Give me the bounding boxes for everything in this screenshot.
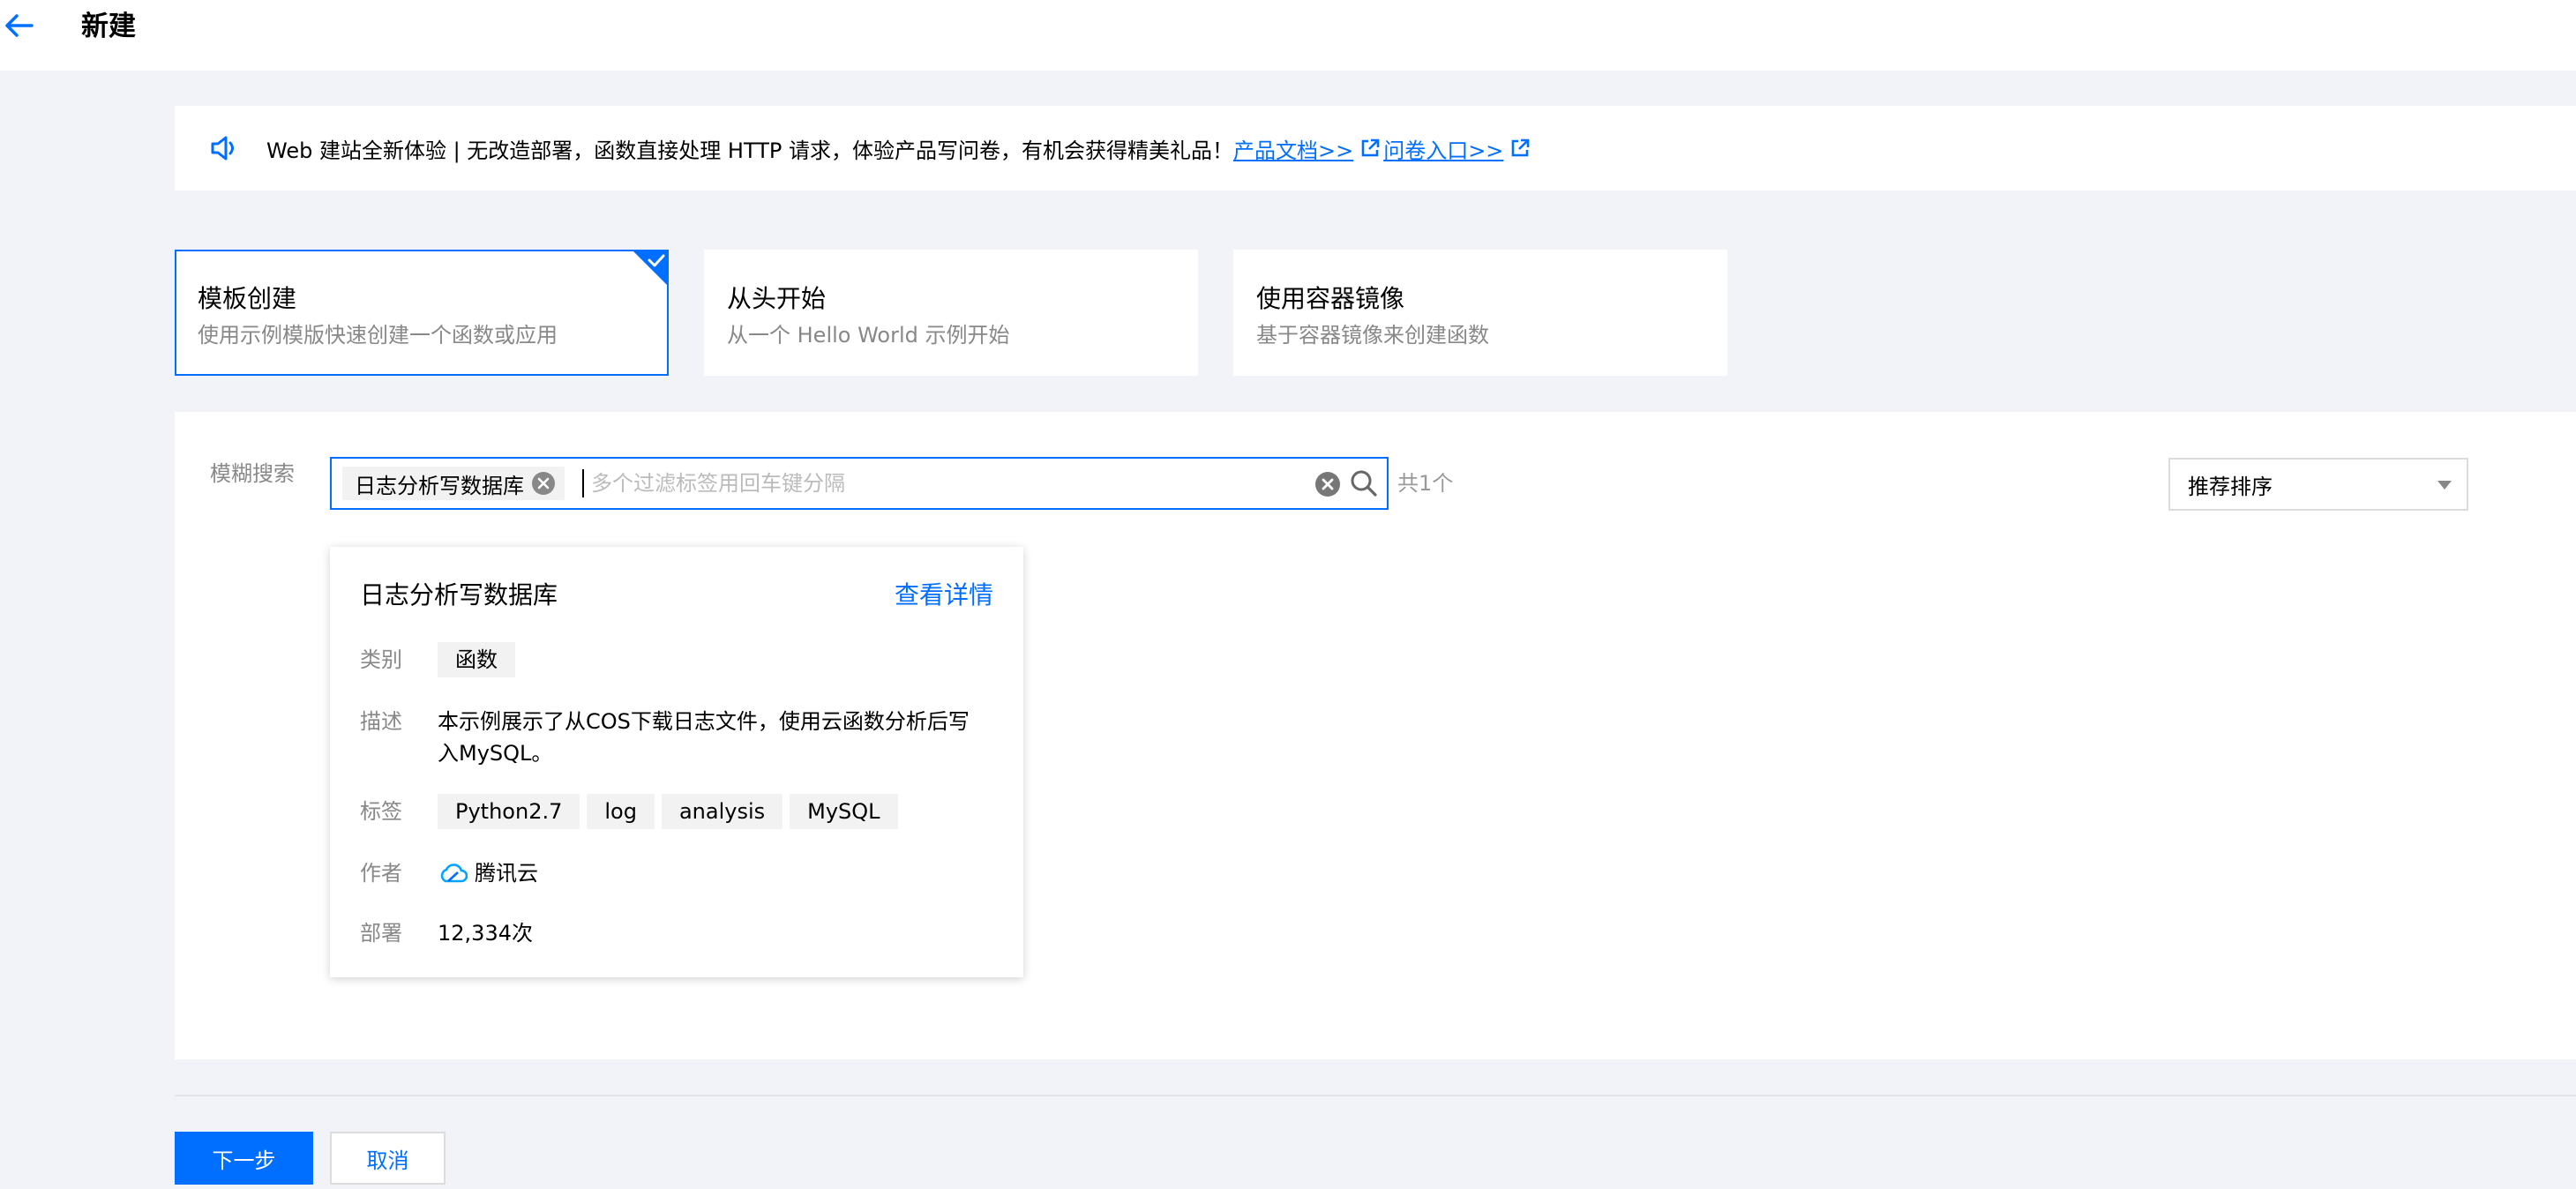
search-label: 模糊搜索: [210, 461, 295, 486]
speaker-icon: [211, 136, 234, 161]
author-label: 作者: [360, 861, 402, 886]
tag-chip: analysis: [661, 794, 783, 829]
next-step-button[interactable]: 下一步: [175, 1132, 313, 1185]
cancel-button[interactable]: 取消: [330, 1132, 446, 1185]
clear-icon[interactable]: [1314, 471, 1341, 497]
external-link-icon[interactable]: [1360, 138, 1380, 158]
mode-desc: 从一个 Hello World 示例开始: [727, 323, 1010, 348]
view-details-link[interactable]: 查看详情: [895, 578, 993, 613]
result-count: 共1个: [1397, 471, 1454, 496]
sort-select[interactable]: 推荐排序: [2168, 458, 2468, 511]
deploy-count: 12,334次: [438, 921, 533, 946]
notice-text: Web 建站全新体验 | 无改造部署，函数直接处理 HTTP 请求，体验产品写问…: [266, 138, 1233, 163]
mode-title: 模板创建: [198, 284, 297, 313]
cloud-logo-icon: [440, 864, 468, 883]
description-label: 描述: [360, 709, 402, 734]
tag-chip: log: [587, 794, 655, 829]
mode-card-scratch[interactable]: 从头开始 从一个 Hello World 示例开始: [704, 250, 1198, 376]
search-icon[interactable]: [1350, 469, 1378, 497]
filter-tag: 日志分析写数据库: [342, 467, 565, 500]
mode-card-template[interactable]: 模板创建 使用示例模版快速创建一个函数或应用: [175, 250, 669, 376]
text-caret: [582, 469, 584, 497]
template-card[interactable]: 日志分析写数据库 查看详情 类别 函数 描述 本示例展示了从COS下载日志文件，…: [330, 547, 1023, 977]
mode-title: 从头开始: [727, 284, 827, 313]
divider: [175, 1095, 2576, 1096]
filter-tag-label: 日志分析写数据库: [355, 473, 524, 498]
mode-desc: 基于容器镜像来创建函数: [1256, 323, 1489, 348]
search-box[interactable]: 日志分析写数据库: [330, 457, 1389, 510]
top-bar: [0, 0, 2576, 71]
back-arrow-icon[interactable]: [4, 12, 34, 39]
author-value: 腾讯云: [438, 857, 538, 889]
selected-check-icon: [632, 250, 669, 287]
category-label: 类别: [360, 647, 402, 672]
survey-link[interactable]: 问卷入口>>: [1383, 133, 1503, 164]
description-text: 本示例展示了从COS下载日志文件，使用云函数分析后写入MySQL。: [438, 709, 970, 766]
tag-list: Python2.7 log analysis MySQL: [438, 794, 905, 829]
notice-banner: Web 建站全新体验 | 无改造部署，函数直接处理 HTTP 请求，体验产品写问…: [175, 106, 2576, 191]
chevron-down-icon: [2437, 481, 2452, 490]
search-input[interactable]: [589, 464, 1277, 503]
product-docs-link[interactable]: 产品文档>>: [1233, 133, 1353, 164]
page-title: 新建: [81, 11, 136, 42]
mode-card-container-image[interactable]: 使用容器镜像 基于容器镜像来创建函数: [1233, 250, 1727, 376]
category-value: 函数: [438, 642, 522, 677]
mode-desc: 使用示例模版快速创建一个函数或应用: [198, 323, 558, 348]
tags-label: 标签: [360, 799, 402, 824]
author-name: 腾讯云: [475, 861, 538, 886]
deploy-label: 部署: [360, 921, 402, 946]
tag-chip: Python2.7: [438, 794, 580, 829]
template-title: 日志分析写数据库: [360, 580, 558, 609]
tag-chip: MySQL: [790, 794, 898, 829]
external-link-icon[interactable]: [1510, 138, 1530, 158]
sort-selected-value: 推荐排序: [2188, 474, 2273, 499]
category-chip: 函数: [438, 642, 515, 677]
mode-title: 使用容器镜像: [1256, 284, 1405, 313]
remove-tag-icon[interactable]: [531, 471, 556, 496]
